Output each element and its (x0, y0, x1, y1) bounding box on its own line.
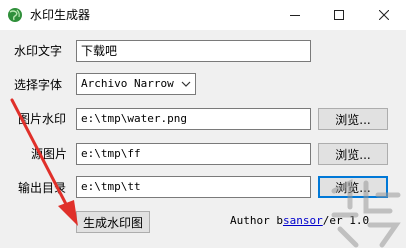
author-suffix: /er 1.0 (322, 214, 370, 227)
minimize-icon (289, 15, 300, 16)
output-dir-input[interactable]: e:\tmp\tt (76, 176, 311, 198)
watermark-text-label: 水印文字 (14, 44, 63, 58)
source-image-input[interactable]: e:\tmp\ff (76, 143, 311, 165)
window-title: 水印生成器 (30, 8, 91, 22)
globe-icon (8, 8, 22, 22)
watermark-image-input[interactable]: e:\tmp\water.png (76, 108, 311, 130)
output-dir-path: e:\tmp\tt (81, 180, 141, 193)
output-dir-label: 输出目录 (18, 181, 67, 195)
browse-watermark-image-button[interactable]: 浏览... (318, 108, 388, 130)
close-icon (378, 10, 389, 20)
author-prefix: Author b (230, 214, 283, 227)
title-bar: 水印生成器 (0, 0, 406, 30)
font-label: 选择字体 (14, 78, 63, 92)
watermark-image-label: 图片水印 (18, 112, 67, 126)
author-credit: Author bsansor/er 1.0 (230, 214, 369, 227)
maximize-button[interactable] (316, 0, 361, 30)
font-select[interactable]: Archivo Narrow (76, 73, 196, 95)
author-link[interactable]: sansor (283, 214, 323, 227)
chevron-down-icon (181, 81, 191, 87)
watermark-text-value: 下载吧 (81, 44, 118, 58)
font-select-value: Archivo Narrow (81, 77, 174, 90)
minimize-button[interactable] (272, 0, 317, 30)
source-image-label: 源图片 (31, 147, 68, 161)
close-button[interactable] (361, 0, 406, 30)
browse-output-dir-button[interactable]: 浏览... (318, 176, 388, 198)
watermark-image-path: e:\tmp\water.png (81, 112, 187, 125)
maximize-icon (333, 10, 344, 20)
source-image-path: e:\tmp\ff (81, 147, 141, 160)
watermark-text-input[interactable]: 下载吧 (76, 40, 311, 62)
browse-source-image-button[interactable]: 浏览... (318, 143, 388, 165)
app-window: 水印生成器 水印文字 下载吧 选择字体 Archivo Narrow 图片水印 … (0, 0, 406, 248)
generate-watermark-button[interactable]: 生成水印图 (76, 211, 150, 233)
